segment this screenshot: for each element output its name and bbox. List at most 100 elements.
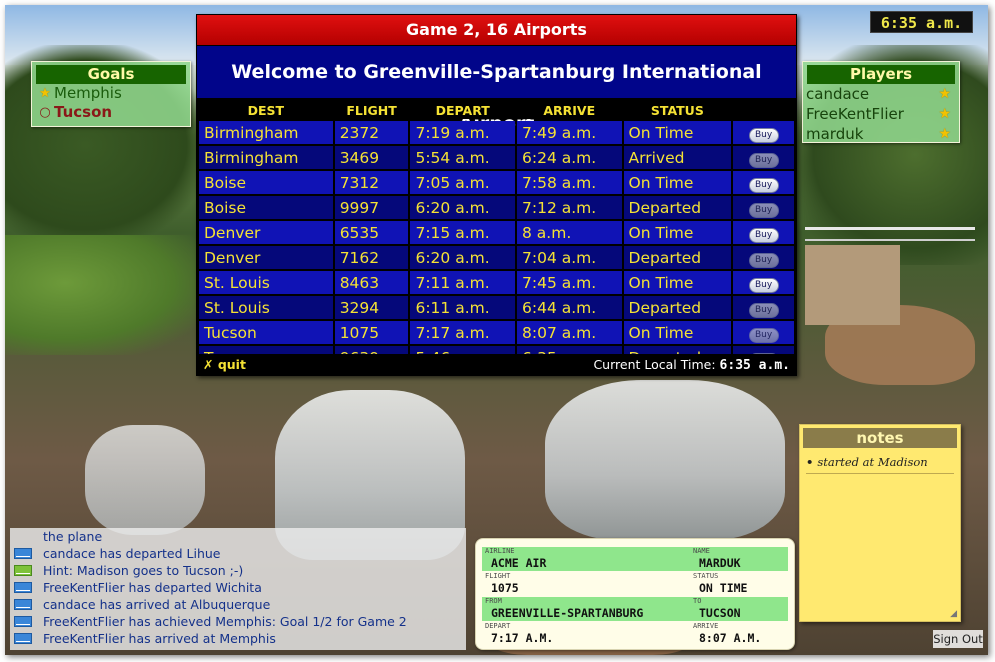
flight-dest: Boise	[199, 196, 333, 219]
flight-depart: 7:11 a.m.	[410, 271, 515, 294]
star-icon: ★	[39, 86, 51, 101]
flight-number: 1075	[334, 321, 409, 344]
game-clock: 6:35 a.m.	[870, 11, 973, 33]
flight-status: Departed	[623, 196, 732, 219]
airport-welcome: Welcome to Greenville-Spartanburg Intern…	[197, 46, 796, 135]
flight-number: 2372	[334, 121, 409, 144]
flight-depart: 6:20 a.m.	[410, 196, 515, 219]
flight-status: On Time	[623, 121, 732, 144]
buy-button[interactable]: Buy	[748, 127, 779, 143]
flight-number: 8463	[334, 271, 409, 294]
player-item[interactable]: candace ★	[803, 84, 959, 104]
buy-cell: Buy	[733, 171, 794, 194]
message-log[interactable]: the plane candace has departed Lihue Hin…	[10, 528, 466, 650]
notes-panel[interactable]: notes started at Madison ◢	[799, 424, 961, 622]
flight-row: St. Louis 8463 7:11 a.m. 7:45 a.m. On Time Bu…	[199, 271, 794, 294]
flight-dest: Boise	[199, 171, 333, 194]
log-text: FreeKentFlier has departed Wichita	[43, 580, 262, 595]
buy-cell: Buy	[733, 121, 794, 144]
flight-depart: 7:19 a.m.	[410, 121, 515, 144]
flight-status: Arrived	[623, 146, 732, 169]
flight-status: On Time	[623, 321, 732, 344]
flight-status: On Time	[623, 271, 732, 294]
game-title: Game 2, 16 Airports	[197, 15, 796, 45]
stone-wall	[805, 245, 900, 325]
flight-arrive: 6:24 a.m.	[517, 146, 622, 169]
flight-arrive: 7:49 a.m.	[517, 121, 622, 144]
flight-arrive: 6:44 a.m.	[517, 296, 622, 319]
notes-list: started at Madison	[806, 455, 954, 474]
buy-cell: Buy	[733, 221, 794, 244]
log-item: FreeKentFlier has achieved Memphis: Goal…	[10, 613, 466, 630]
ticket-row-flight: FLIGHT 1075 STATUS ON TIME	[482, 572, 788, 596]
buy-button: Buy	[748, 152, 779, 168]
buy-cell: Buy	[733, 271, 794, 294]
depart-value: 7:17 A.M.	[491, 631, 554, 645]
flight-number: 9997	[334, 196, 409, 219]
buy-button[interactable]: Buy	[748, 177, 779, 193]
buy-button: Buy	[748, 202, 779, 218]
note-item[interactable]: started at Madison	[806, 455, 954, 469]
flight-number: 3294	[334, 296, 409, 319]
notes-title: notes	[803, 428, 957, 448]
log-text: the plane	[43, 529, 103, 544]
local-time: Current Local Time: 6:35 a.m.	[593, 354, 790, 376]
buy-button[interactable]: Buy	[748, 277, 779, 293]
resize-grip-icon[interactable]: ◢	[950, 609, 957, 619]
log-item: Hint: Madison goes to Tucson ;-)	[10, 562, 466, 579]
flight-row: Denver 7162 6:20 a.m. 7:04 a.m. Departed Buy	[199, 246, 794, 269]
board-footer: ✗ quit Current Local Time: 6:35 a.m.	[197, 354, 796, 375]
flights-table: DEST FLIGHT DEPART ARRIVE STATUS Birming…	[197, 99, 796, 371]
table-header-row: DEST FLIGHT DEPART ARRIVE STATUS	[199, 101, 794, 119]
to-label: TO	[693, 597, 702, 605]
log-text: FreeKentFlier has achieved Memphis: Goal…	[43, 614, 407, 629]
airline-value: ACME AIR	[491, 556, 547, 570]
log-item: candace has arrived at Albuquerque	[10, 596, 466, 613]
player-item[interactable]: marduk ★	[803, 124, 959, 144]
flight-number: 6535	[334, 221, 409, 244]
flight-depart: 7:17 a.m.	[410, 321, 515, 344]
ticket-row-times: DEPART 7:17 A.M. ARRIVE 8:07 A.M.	[482, 622, 788, 646]
quit-button[interactable]: ✗ quit	[203, 354, 246, 375]
goal-label: Memphis	[54, 84, 122, 102]
grass	[5, 235, 205, 355]
flight-arrive: 8:07 a.m.	[517, 321, 622, 344]
flight-row: Birmingham 3469 5:54 a.m. 6:24 a.m. Arrived B…	[199, 146, 794, 169]
sign-out-button[interactable]: Sign Out	[933, 630, 983, 648]
log-text: FreeKentFlier has arrived at Memphis	[43, 631, 276, 646]
from-value: GREENVILLE-SPARTANBURG	[491, 606, 644, 620]
flight-row: Tucson 1075 7:17 a.m. 8:07 a.m. On Time Buy	[199, 321, 794, 344]
log-text: candace has arrived at Albuquerque	[43, 597, 271, 612]
goals-panel: Goals ★ Memphis ○ Tucson	[31, 61, 191, 127]
star-icon: ★	[938, 126, 951, 142]
goal-item: ★ Memphis	[32, 84, 190, 103]
flight-arrive: 7:45 a.m.	[517, 271, 622, 294]
waterfall-left	[85, 425, 205, 535]
mail-icon	[14, 548, 32, 559]
header-dest: DEST	[199, 101, 333, 119]
flight-dest: Birmingham	[199, 146, 333, 169]
player-name: marduk	[806, 125, 864, 143]
arrive-value: 8:07 A.M.	[699, 631, 762, 645]
buy-cell: Buy	[733, 246, 794, 269]
flight-depart: 5:54 a.m.	[410, 146, 515, 169]
players-title: Players	[807, 65, 955, 84]
status-value: ON TIME	[699, 581, 748, 595]
log-item: the plane	[10, 528, 466, 545]
mail-icon	[14, 633, 32, 644]
player-name: FreeKentFlier	[806, 105, 904, 123]
log-item: FreeKentFlier has departed Wichita	[10, 579, 466, 596]
log-text: Hint: Madison goes to Tucson ;-)	[43, 563, 244, 578]
buy-button[interactable]: Buy	[748, 227, 779, 243]
star-icon: ★	[938, 86, 951, 102]
players-panel: Players candace ★ FreeKentFlier ★ marduk…	[802, 61, 960, 143]
flight-status: On Time	[623, 221, 732, 244]
flight-dest: St. Louis	[199, 296, 333, 319]
player-item[interactable]: FreeKentFlier ★	[803, 104, 959, 124]
ticket-row-airline: AIRLINE ACME AIR NAME MARDUK	[482, 547, 788, 571]
flight-row: Boise 9997 6:20 a.m. 7:12 a.m. Departed Buy	[199, 196, 794, 219]
flight-arrive: 8 a.m.	[517, 221, 622, 244]
buy-button: Buy	[748, 252, 779, 268]
mail-icon	[14, 582, 32, 593]
flight-dest: Denver	[199, 221, 333, 244]
